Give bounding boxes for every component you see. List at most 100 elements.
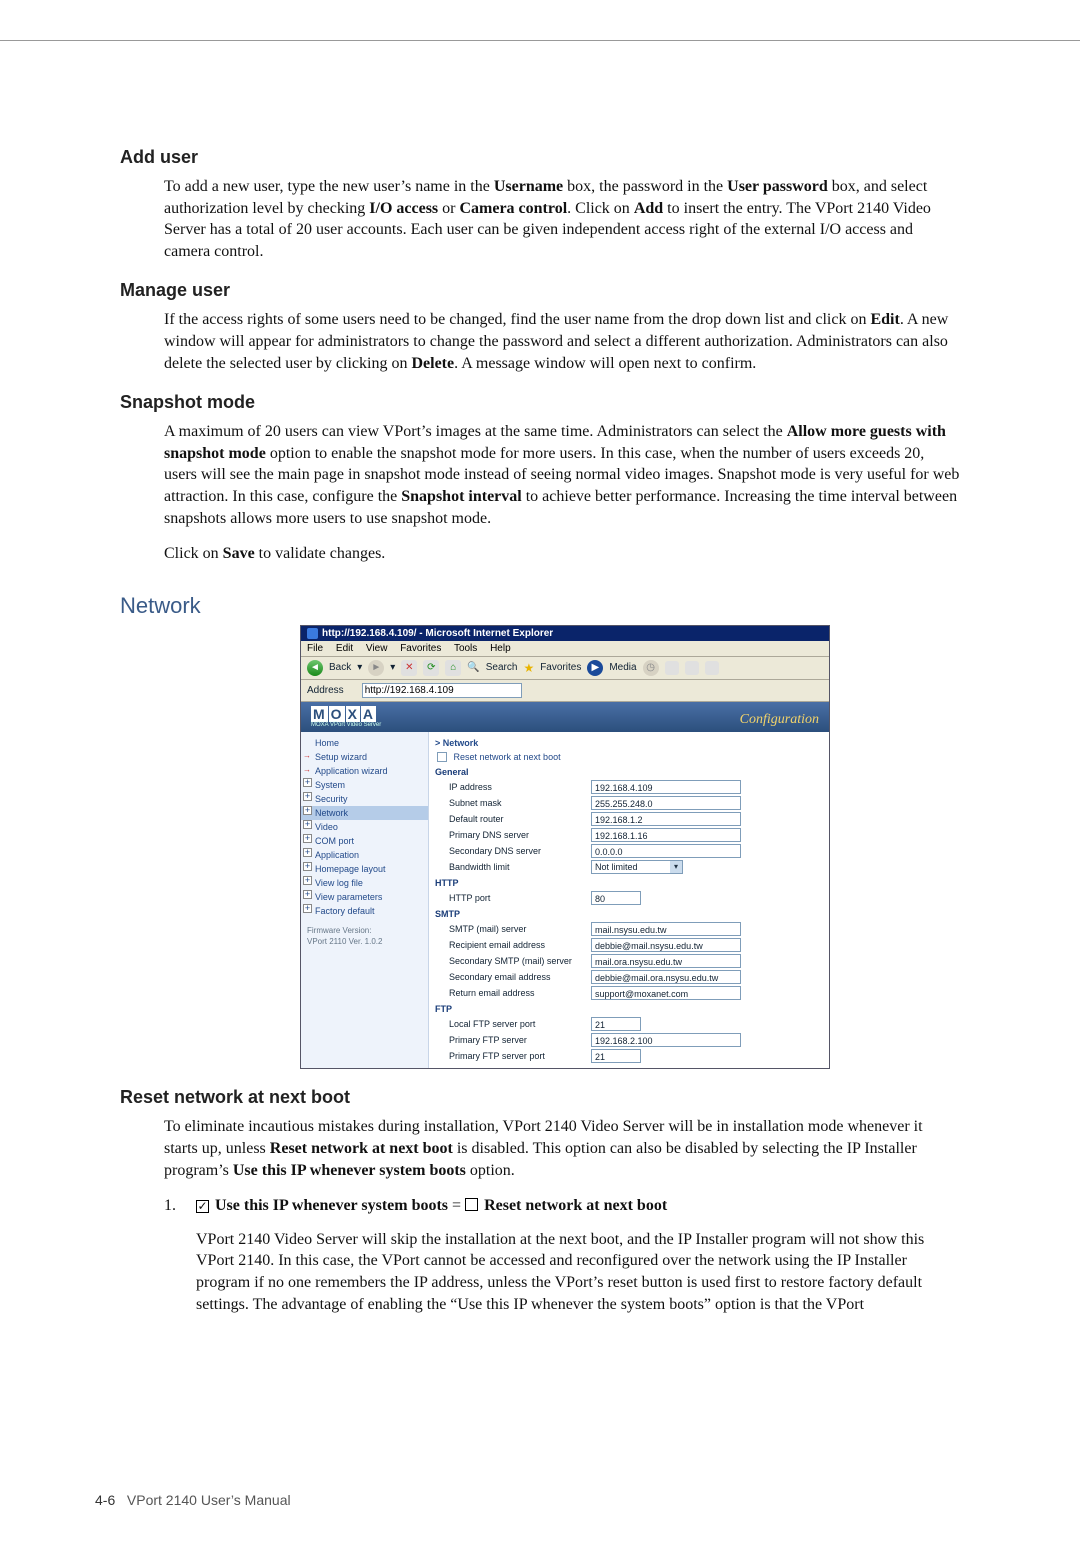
input-http-port[interactable]: 80 bbox=[591, 891, 641, 905]
menu-view[interactable]: View bbox=[366, 643, 388, 654]
media-button[interactable]: ▶ bbox=[587, 660, 603, 676]
footer-title: VPort 2140 User’s Manual bbox=[127, 1492, 291, 1508]
input-router[interactable]: 192.168.1.2 bbox=[591, 812, 741, 826]
reset-list: 1. ✓ Use this IP whenever system boots =… bbox=[164, 1195, 960, 1315]
forward-button[interactable]: ► bbox=[368, 660, 384, 676]
config-sidebar: Home Setup wizard Application wizard Sys… bbox=[301, 732, 429, 1069]
media-label[interactable]: Media bbox=[609, 662, 636, 673]
label-ftp1: Primary FTP server bbox=[435, 1035, 591, 1045]
mail-button[interactable] bbox=[665, 661, 679, 675]
label-remail: Recipient email address bbox=[435, 940, 591, 950]
checkbox-checked-icon: ✓ bbox=[196, 1200, 209, 1213]
menu-edit[interactable]: Edit bbox=[336, 643, 353, 654]
group-general: General bbox=[435, 764, 823, 779]
group-ftp: FTP bbox=[435, 1001, 823, 1016]
ie-icon bbox=[307, 628, 318, 639]
para-snapshot-2: Click on Save to validate changes. bbox=[164, 543, 960, 565]
ie-title-text: http://192.168.4.109/ - Microsoft Intern… bbox=[322, 628, 553, 639]
history-button[interactable]: ◷ bbox=[643, 660, 659, 676]
app-banner: MOXA MOXA VPort Video Server Configurati… bbox=[301, 702, 829, 732]
sidebar-item-view-parameters[interactable]: View parameters bbox=[301, 890, 428, 904]
input-smtp1[interactable]: mail.nsysu.edu.tw bbox=[591, 922, 741, 936]
ie-address-bar: Address bbox=[301, 680, 829, 702]
label-ip: IP address bbox=[435, 782, 591, 792]
sidebar-item-security[interactable]: Security bbox=[301, 792, 428, 806]
label-http-port: HTTP port bbox=[435, 893, 591, 903]
label-smtp2: Secondary SMTP (mail) server bbox=[435, 956, 591, 966]
chevron-down-icon[interactable]: ▾ bbox=[670, 861, 682, 873]
heading-manage-user: Manage user bbox=[120, 280, 960, 301]
search-icon[interactable]: 🔍 bbox=[467, 662, 479, 673]
input-mask[interactable]: 255.255.248.0 bbox=[591, 796, 741, 810]
print-button[interactable] bbox=[685, 661, 699, 675]
menu-file[interactable]: File bbox=[307, 643, 323, 654]
back-button[interactable]: ◄ bbox=[307, 660, 323, 676]
input-semail[interactable]: debbie@mail.ora.nsysu.edu.tw bbox=[591, 970, 741, 984]
address-input[interactable] bbox=[362, 683, 522, 698]
input-ftpport[interactable]: 21 bbox=[591, 1017, 641, 1031]
config-body: Home Setup wizard Application wizard Sys… bbox=[301, 732, 829, 1069]
group-http: HTTP bbox=[435, 875, 823, 890]
favorites-label[interactable]: Favorites bbox=[540, 662, 581, 673]
label-mask: Subnet mask bbox=[435, 798, 591, 808]
heading-snapshot-mode: Snapshot mode bbox=[120, 392, 960, 413]
select-bandwidth[interactable]: Not limited ▾ bbox=[591, 860, 683, 874]
search-label[interactable]: Search bbox=[486, 662, 518, 673]
back-label[interactable]: Back bbox=[329, 662, 351, 673]
sidebar-item-homepage-layout[interactable]: Homepage layout bbox=[301, 862, 428, 876]
sidebar-item-home[interactable]: Home bbox=[301, 736, 428, 750]
input-smtp2[interactable]: mail.ora.nsysu.edu.tw bbox=[591, 954, 741, 968]
input-dns2[interactable]: 0.0.0.0 bbox=[591, 844, 741, 858]
label-dns1: Primary DNS server bbox=[435, 830, 591, 840]
para-manage-user: If the access rights of some users need … bbox=[164, 309, 960, 374]
sidebar-item-com-port[interactable]: COM port bbox=[301, 834, 428, 848]
label-smtp1: SMTP (mail) server bbox=[435, 924, 591, 934]
reset-network-checkbox-row[interactable]: Reset network at next boot bbox=[435, 752, 823, 765]
edit-button[interactable] bbox=[705, 661, 719, 675]
sidebar-item-application-wizard[interactable]: Application wizard bbox=[301, 764, 428, 778]
app-logo-sub: MOXA VPort Video Server bbox=[311, 722, 381, 728]
input-dns1[interactable]: 192.168.1.16 bbox=[591, 828, 741, 842]
sidebar-item-application[interactable]: Application bbox=[301, 848, 428, 862]
menu-tools[interactable]: Tools bbox=[454, 643, 477, 654]
label-ftp1port: Primary FTP server port bbox=[435, 1051, 591, 1061]
sidebar-item-network[interactable]: Network bbox=[301, 806, 428, 820]
para-snapshot-1: A maximum of 20 users can view VPort’s i… bbox=[164, 421, 960, 529]
refresh-button[interactable]: ⟳ bbox=[423, 660, 439, 676]
reset-list-item-1: 1. ✓ Use this IP whenever system boots =… bbox=[164, 1195, 960, 1315]
equals-text: = bbox=[452, 1197, 465, 1214]
document-page: Add user To add a new user, type the new… bbox=[0, 40, 1080, 1365]
sidebar-item-video[interactable]: Video bbox=[301, 820, 428, 834]
label-bw: Bandwidth limit bbox=[435, 862, 591, 872]
reset-network-label-text: Reset network at next boot bbox=[484, 1197, 667, 1214]
stop-button[interactable]: ✕ bbox=[401, 660, 417, 676]
sidebar-firmware-label: Firmware Version: bbox=[301, 918, 428, 937]
sidebar-item-setup[interactable]: Setup wizard bbox=[301, 750, 428, 764]
sidebar-item-view-log[interactable]: View log file bbox=[301, 876, 428, 890]
sidebar-item-system[interactable]: System bbox=[301, 778, 428, 792]
label-semail: Secondary email address bbox=[435, 972, 591, 982]
ie-titlebar: http://192.168.4.109/ - Microsoft Intern… bbox=[301, 626, 829, 641]
input-remail[interactable]: debbie@mail.nsysu.edu.tw bbox=[591, 938, 741, 952]
reset-network-checkbox[interactable] bbox=[437, 752, 447, 762]
input-ip[interactable]: 192.168.4.109 bbox=[591, 780, 741, 794]
menu-help[interactable]: Help bbox=[490, 643, 511, 654]
ie-menubar[interactable]: File Edit View Favorites Tools Help bbox=[301, 641, 829, 657]
sidebar-item-factory-default[interactable]: Factory default bbox=[301, 904, 428, 918]
reset-sub-para: VPort 2140 Video Server will skip the in… bbox=[196, 1229, 960, 1315]
address-icon bbox=[348, 685, 358, 695]
home-button[interactable]: ⌂ bbox=[445, 660, 461, 676]
label-ftpport: Local FTP server port bbox=[435, 1019, 591, 1029]
heading-reset-network: Reset network at next boot bbox=[120, 1087, 960, 1108]
label-router: Default router bbox=[435, 814, 591, 824]
page-number: 4-6 bbox=[95, 1492, 115, 1508]
reset-network-label: Reset network at next boot bbox=[454, 752, 561, 762]
favorites-icon[interactable]: ★ bbox=[523, 661, 534, 675]
address-label: Address bbox=[307, 685, 344, 696]
menu-favorites[interactable]: Favorites bbox=[400, 643, 441, 654]
ie-toolbar: ◄ Back ▾ ►▾ ✕ ⟳ ⌂ 🔍 Search ★ Favorites ▶… bbox=[301, 657, 829, 680]
para-reset-1: To eliminate incautious mistakes during … bbox=[164, 1116, 960, 1181]
input-retmail[interactable]: support@moxanet.com bbox=[591, 986, 741, 1000]
input-ftp1[interactable]: 192.168.2.100 bbox=[591, 1033, 741, 1047]
input-ftp1port[interactable]: 21 bbox=[591, 1049, 641, 1063]
